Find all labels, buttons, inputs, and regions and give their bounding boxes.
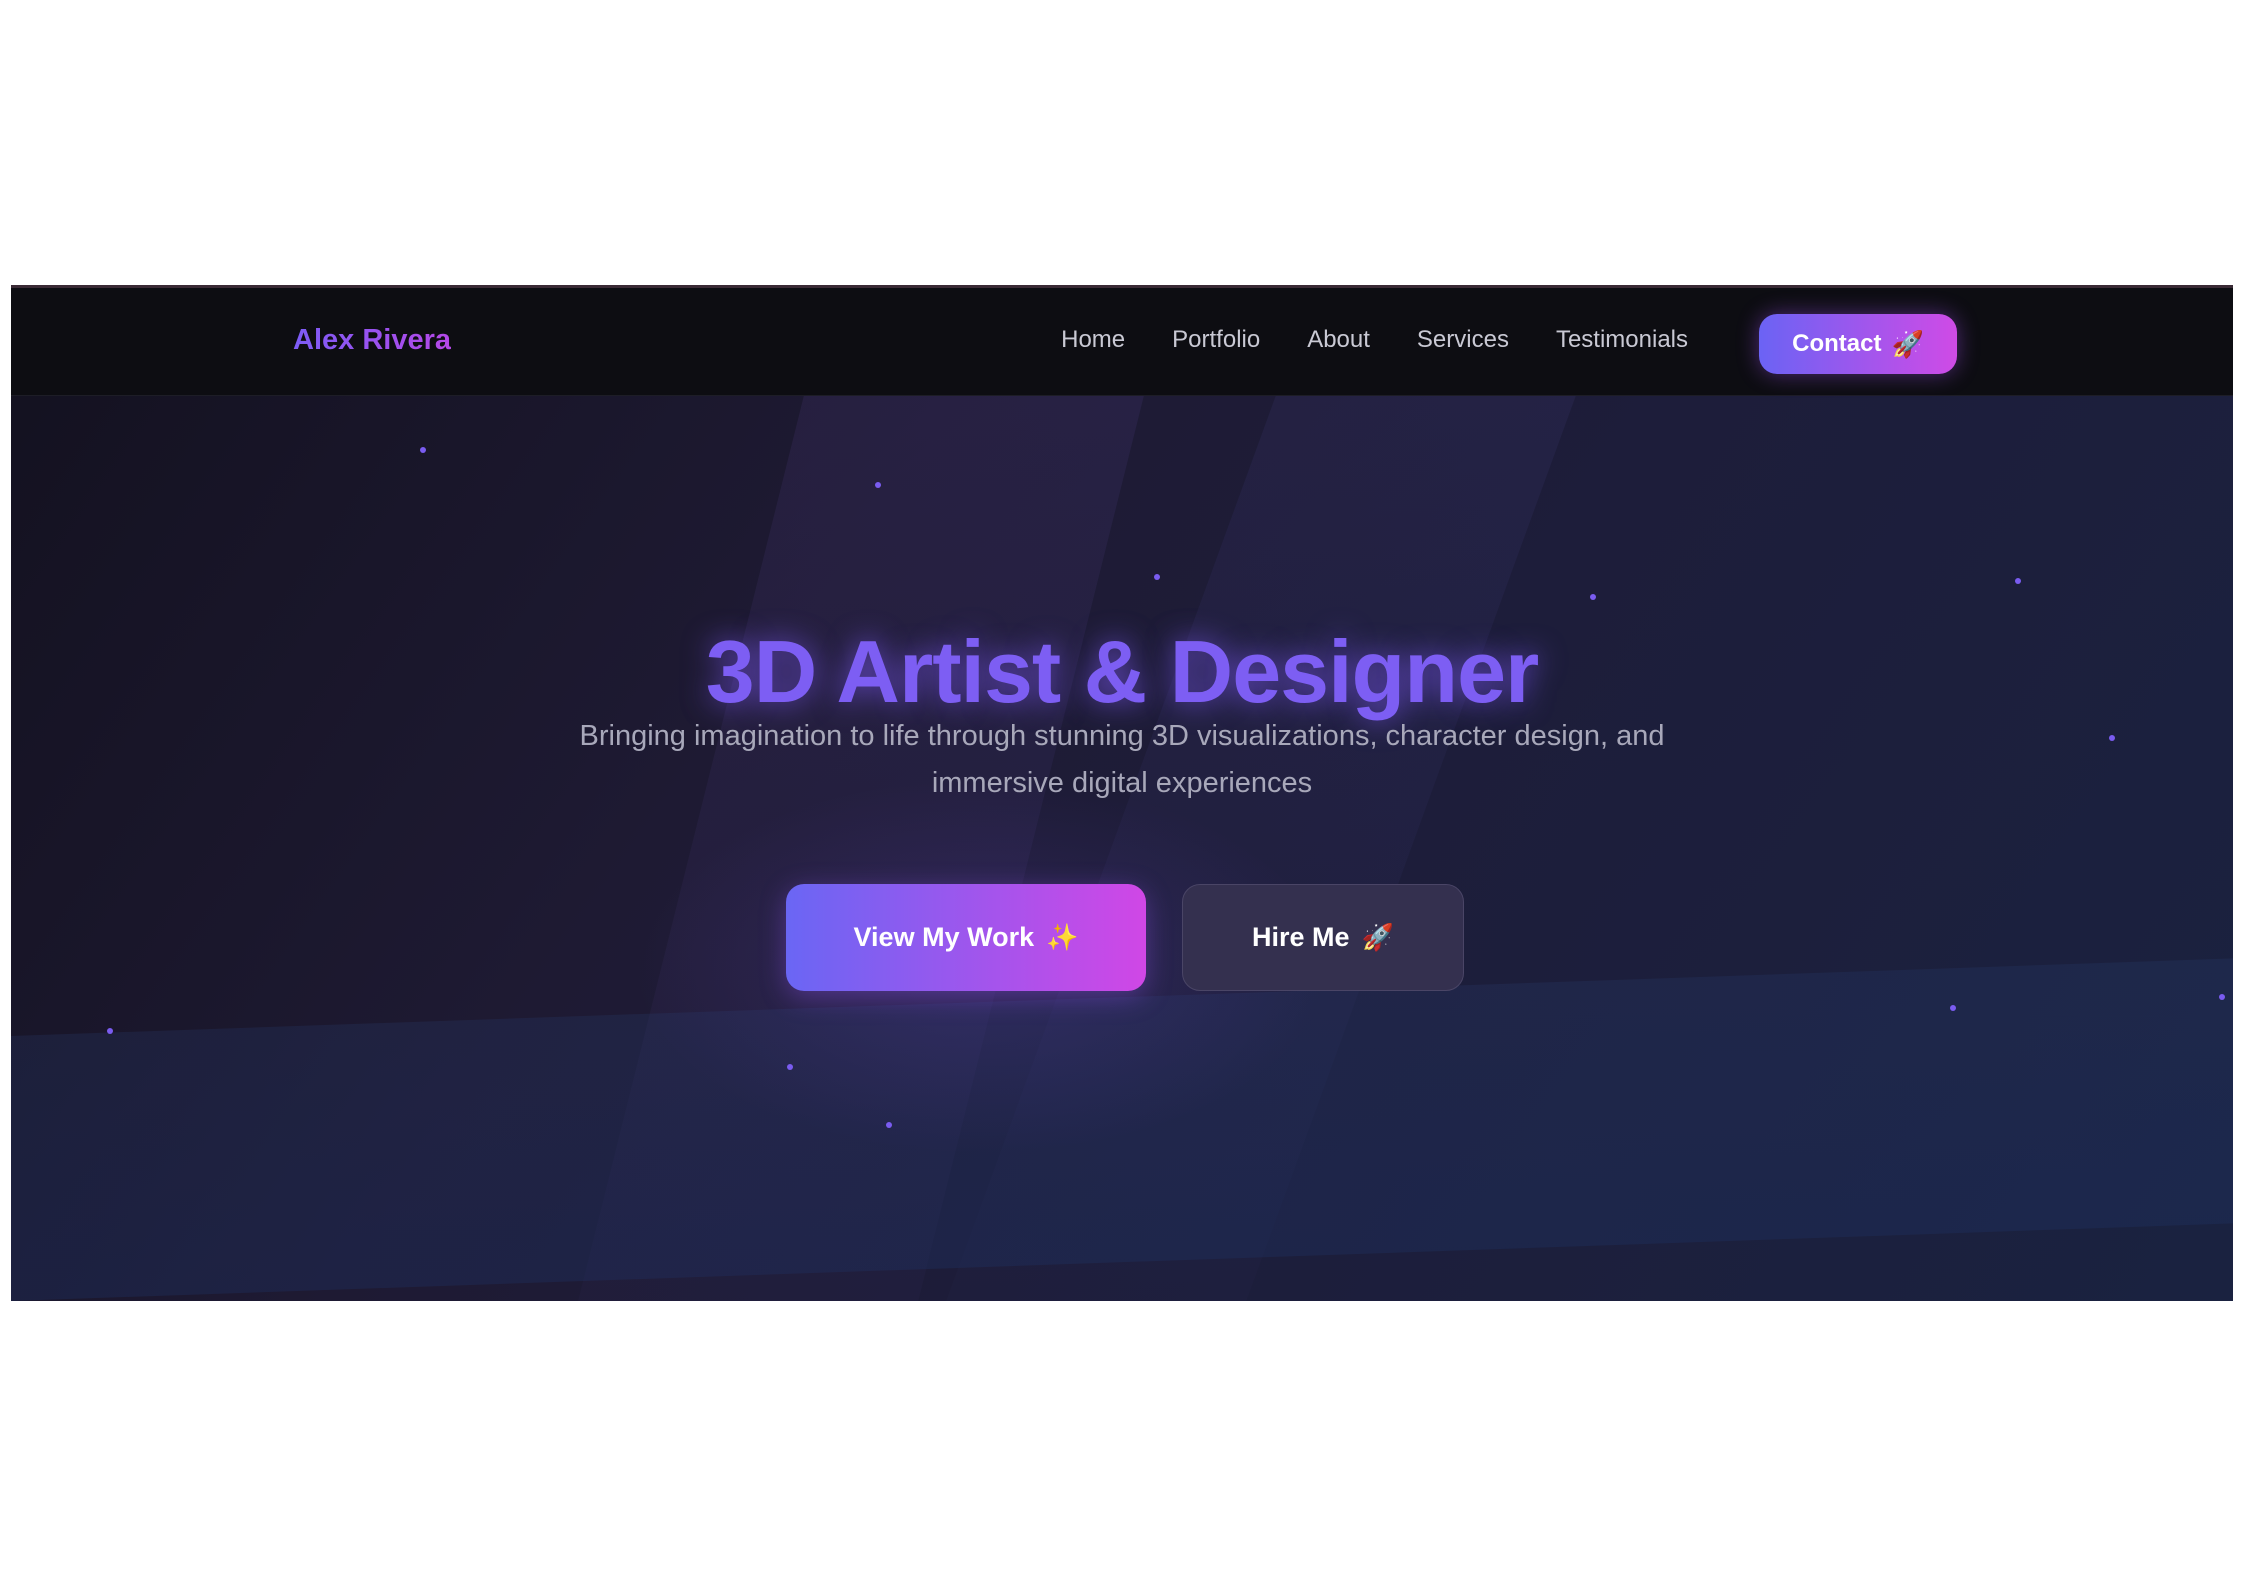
particle-dot xyxy=(875,482,881,488)
particle-dot xyxy=(2109,735,2115,741)
contact-button-label: Contact xyxy=(1792,330,1882,357)
nav-link-services[interactable]: Services xyxy=(1417,326,1509,354)
hero-subtitle: Bringing imagination to life through stu… xyxy=(579,720,1665,799)
site-logo[interactable]: Alex Rivera xyxy=(293,324,451,357)
rocket-icon: 🚀 xyxy=(1891,328,1924,359)
particle-dot xyxy=(886,1122,892,1128)
nav-links: Home Portfolio About Services Testimonia… xyxy=(1061,326,1688,354)
view-my-work-button[interactable]: View My Work ✨ xyxy=(786,884,1146,991)
nav-link-portfolio[interactable]: Portfolio xyxy=(1172,326,1260,354)
hire-me-label: Hire Me xyxy=(1252,922,1350,952)
particle-dot xyxy=(420,447,426,453)
particle-dot xyxy=(1154,574,1160,580)
particle-dot xyxy=(2015,578,2021,584)
nav-link-testimonials[interactable]: Testimonials xyxy=(1556,326,1688,354)
particle-dot xyxy=(1590,594,1596,600)
view-my-work-label: View My Work xyxy=(853,922,1035,952)
hero-title: 3D Artist & Designer xyxy=(705,622,1540,721)
nav-link-about[interactable]: About xyxy=(1307,326,1370,354)
particle-dot xyxy=(2219,994,2225,1000)
particle-dot xyxy=(107,1028,113,1034)
contact-button[interactable]: Contact 🚀 xyxy=(1759,314,1957,374)
nav-link-home[interactable]: Home xyxy=(1061,326,1125,354)
page-frame: Alex Rivera Home Portfolio About Service… xyxy=(11,285,2233,1301)
sparkles-icon: ✨ xyxy=(1046,922,1079,952)
hero-section: 3D Artist & Designer Bringing imaginatio… xyxy=(11,396,2233,1301)
particle-dot xyxy=(1950,1005,1956,1011)
rocket-icon: 🚀 xyxy=(1361,922,1394,952)
hire-me-button[interactable]: Hire Me 🚀 xyxy=(1182,884,1464,991)
particle-dot xyxy=(787,1064,793,1070)
navbar: Alex Rivera Home Portfolio About Service… xyxy=(11,288,2233,396)
